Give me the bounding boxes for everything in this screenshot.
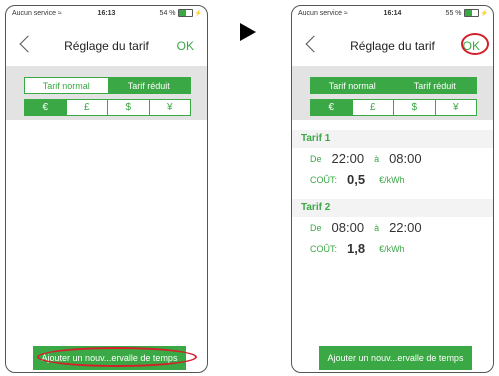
time-range-row[interactable]: De 22:00 à 08:00: [292, 148, 493, 169]
from-label: De: [310, 222, 322, 233]
cost-label: COÛT:: [310, 174, 337, 185]
battery-percent: 54 %: [159, 9, 176, 17]
start-time[interactable]: 08:00: [332, 220, 365, 235]
start-time[interactable]: 22:00: [332, 151, 365, 166]
time-range-row[interactable]: De 08:00 à 22:00: [292, 217, 493, 238]
tab-tarif-normal[interactable]: Tarif normal: [25, 78, 108, 93]
currency-pound[interactable]: £: [351, 100, 394, 115]
battery-icon: [177, 9, 193, 17]
currency-yen[interactable]: ¥: [434, 100, 477, 115]
end-time[interactable]: 22:00: [389, 220, 422, 235]
cost-row[interactable]: COÛT: 0,5 €/kWh: [292, 169, 493, 190]
battery-indicator: 54 % ⚡: [160, 9, 202, 17]
nav-bar: Réglage du tarif OK: [6, 32, 207, 62]
phone-before: Aucun service ≈ 16:13 54 % ⚡ Réglage du …: [5, 5, 208, 373]
cost-value[interactable]: 1,8: [347, 241, 365, 256]
tarif-block-2: Tarif 2 De 08:00 à 22:00 COÛT: 1,8 €/kWh: [292, 199, 493, 259]
status-bar: Aucun service ≈ 16:14 55 % ⚡: [292, 6, 493, 20]
add-interval-button[interactable]: Ajouter un nouv...ervalle de temps: [319, 346, 472, 370]
tariff-type-segment: Tarif normal Tarif réduit: [310, 77, 477, 94]
ok-button[interactable]: OK: [177, 39, 194, 53]
end-time[interactable]: 08:00: [389, 151, 422, 166]
highlight-circle: [461, 33, 489, 55]
nav-bar: Réglage du tarif OK: [292, 32, 493, 62]
battery-indicator: 55 % ⚡: [446, 9, 488, 17]
tab-tarif-reduit[interactable]: Tarif réduit: [107, 78, 190, 93]
highlight-ellipse: [37, 347, 197, 367]
cost-unit: €/kWh: [379, 243, 405, 254]
tariff-type-segment: Tarif normal Tarif réduit: [24, 77, 191, 94]
status-bar: Aucun service ≈ 16:13 54 % ⚡: [6, 6, 207, 20]
cost-unit: €/kWh: [379, 174, 405, 185]
to-label: à: [374, 153, 380, 164]
settings-header: Tarif normal Tarif réduit € £ $ ¥: [6, 66, 207, 120]
cost-value[interactable]: 0,5: [347, 172, 365, 187]
battery-percent: 55 %: [445, 9, 462, 17]
currency-dollar[interactable]: $: [393, 100, 435, 115]
from-label: De: [310, 153, 322, 164]
tarif-block-1: Tarif 1 De 22:00 à 08:00 COÛT: 0,5 €/kWh: [292, 130, 493, 190]
to-label: à: [374, 222, 380, 233]
currency-segment: € £ $ ¥: [24, 99, 191, 116]
cost-row[interactable]: COÛT: 1,8 €/kWh: [292, 238, 493, 259]
charging-icon: ⚡: [194, 10, 202, 17]
currency-euro[interactable]: €: [25, 100, 66, 115]
tab-tarif-normal[interactable]: Tarif normal: [311, 78, 394, 93]
settings-header: Tarif normal Tarif réduit € £ $ ¥: [292, 66, 493, 120]
battery-icon: [463, 9, 479, 17]
charging-icon: ⚡: [480, 10, 488, 17]
currency-pound[interactable]: £: [65, 100, 108, 115]
tarif-title: Tarif 2: [292, 199, 493, 217]
tab-tarif-reduit[interactable]: Tarif réduit: [393, 78, 476, 93]
currency-segment: € £ $ ¥: [310, 99, 477, 116]
currency-dollar[interactable]: $: [107, 100, 149, 115]
currency-yen[interactable]: ¥: [148, 100, 191, 115]
play-arrow-icon: [240, 23, 256, 41]
tarif-title: Tarif 1: [292, 130, 493, 148]
currency-euro[interactable]: €: [311, 100, 352, 115]
phone-after: Aucun service ≈ 16:14 55 % ⚡ Réglage du …: [291, 5, 494, 373]
cost-label: COÛT:: [310, 243, 337, 254]
